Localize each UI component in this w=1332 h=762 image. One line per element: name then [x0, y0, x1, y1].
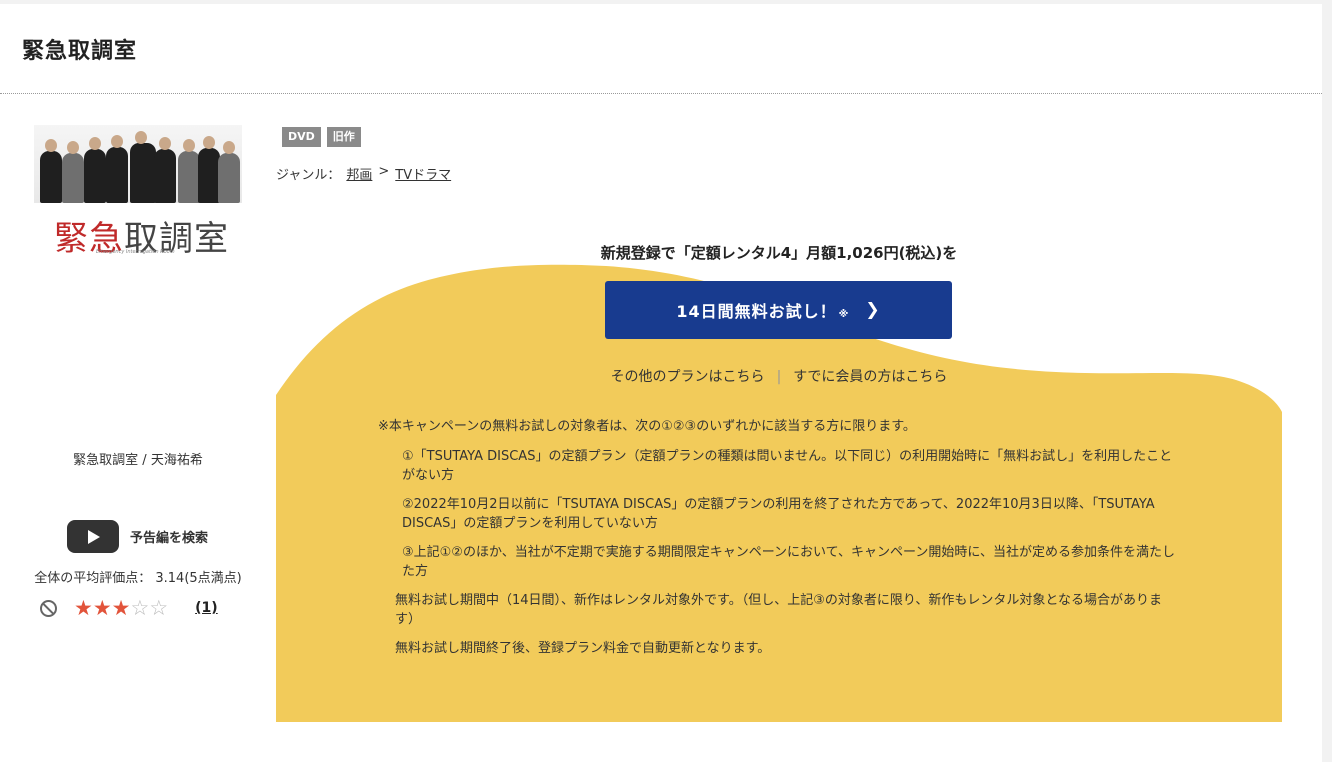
free-trial-note-mark: ※: [838, 308, 850, 320]
jacket-subtitle: Emergency Interrogation Room: [96, 249, 175, 255]
scrollbar-track[interactable]: [1322, 0, 1332, 762]
jacket-image[interactable]: 緊急取調室 Emergency Interrogation Room: [34, 125, 242, 265]
member-login-link[interactable]: すでに会員の方はこちら: [793, 369, 947, 385]
link-separator: |: [776, 369, 782, 385]
title-credit: 緊急取調室 / 天海祐希: [73, 453, 203, 468]
chevron-right-icon: ❯: [865, 300, 881, 320]
other-plans-link[interactable]: その他のプランはこちら: [611, 369, 765, 385]
terms-lead: ※本キャンペーンの無料お試しの対象者は、次の①②③のいずれかに該当する方に限りま…: [378, 419, 916, 434]
badges: DVD 旧作: [282, 127, 361, 147]
genre-link-hogaku[interactable]: 邦画: [346, 164, 372, 183]
terms-note: 無料お試し期間終了後、登録プラン料金で自動更新となります。: [395, 641, 771, 656]
terms-note: 無料お試し期間中（14日間）、新作はレンタル対象外です。（但し、上記③の対象者に…: [395, 593, 1162, 627]
not-interested-icon[interactable]: [40, 599, 57, 617]
format-badge: DVD: [282, 127, 321, 147]
page-title: 緊急取調室: [22, 39, 138, 64]
star-rating[interactable]: ★ ★ ★ ☆ ☆: [74, 597, 168, 619]
plan-links: その他のプランはこちら | すでに会員の方はこちら: [276, 366, 1282, 386]
cast-photo: [34, 125, 242, 203]
genre-link-tvdrama[interactable]: TVドラマ: [395, 164, 451, 183]
trailer-search-link[interactable]: 予告編を検索: [67, 520, 208, 553]
campaign-terms: ※本キャンペーンの無料お試しの対象者は、次の①②③のいずれかに該当する方に限りま…: [378, 417, 1198, 668]
genre-label: ジャンル：: [276, 168, 341, 183]
review-count-link[interactable]: (1): [195, 600, 218, 616]
terms-item: ②2022年10月2日以前に「TSUTAYA DISCAS」の定額プランの利用を…: [402, 497, 1155, 531]
trailer-search-label[interactable]: 予告編を検索: [130, 527, 208, 546]
play-icon[interactable]: [67, 520, 119, 553]
genre-breadcrumb: ジャンル： 邦画 > TVドラマ: [276, 164, 451, 183]
star-filled-icon[interactable]: ★: [112, 597, 131, 619]
star-filled-icon[interactable]: ★: [93, 597, 112, 619]
free-trial-label: 14日間無料お試し！: [676, 302, 837, 321]
terms-item: ③上記①②のほか、当社が不定期で実施する期間限定キャンペーンにおいて、キャンペー…: [402, 545, 1175, 579]
average-rating: 全体の平均評価点： 3.14(5点満点): [34, 571, 242, 586]
star-empty-icon[interactable]: ☆: [130, 597, 149, 619]
free-trial-button[interactable]: 14日間無料お試し！ ※ ❯: [605, 281, 952, 339]
terms-item: ①「TSUTAYA DISCAS」の定額プラン（定額プランの種類は問いません。以…: [402, 449, 1173, 483]
release-badge: 旧作: [326, 127, 361, 147]
star-empty-icon[interactable]: ☆: [149, 597, 168, 619]
genre-separator: >: [378, 164, 390, 179]
campaign-headline: 新規登録で「定額レンタル4」月額1,026円(税込)を: [600, 244, 958, 262]
rating-row: ★ ★ ★ ☆ ☆ (1): [40, 596, 218, 620]
star-filled-icon[interactable]: ★: [74, 597, 93, 619]
